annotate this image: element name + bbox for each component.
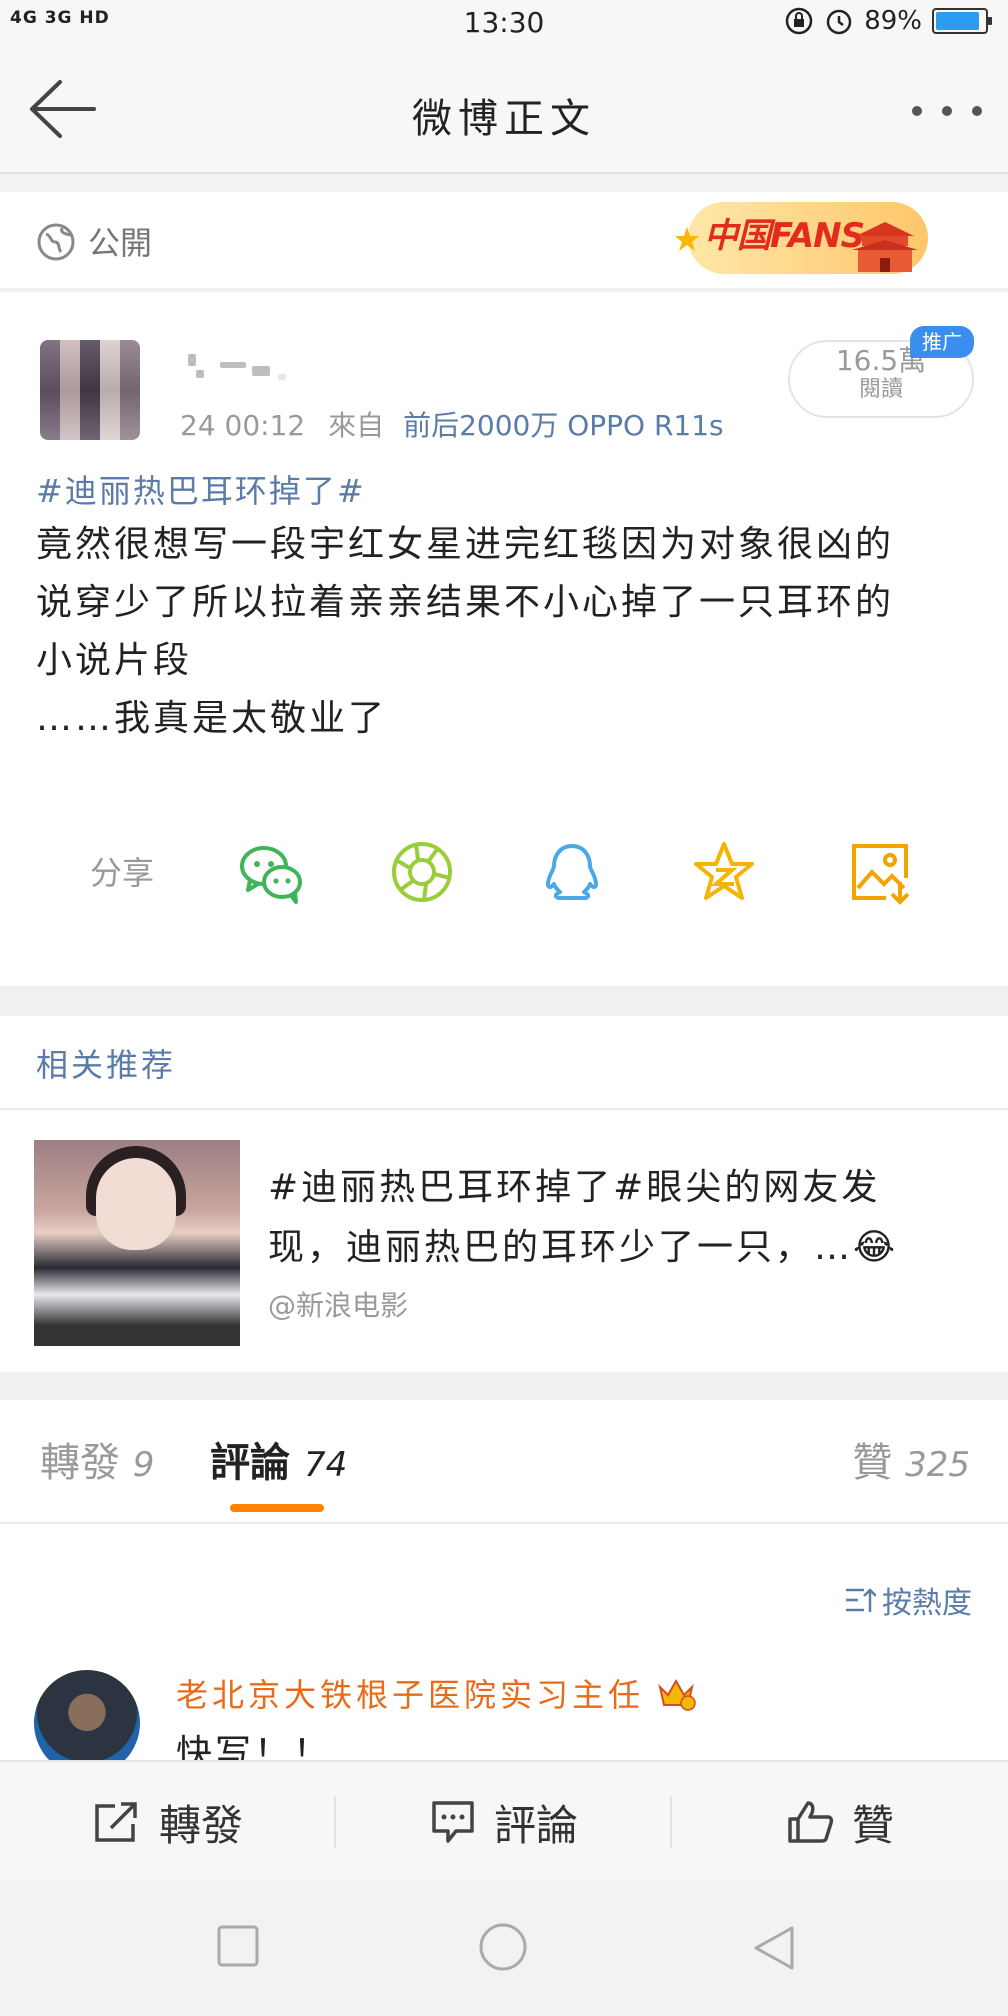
avatar[interactable]	[40, 340, 140, 440]
back-triangle-icon[interactable]	[752, 1924, 796, 1972]
related-heading: 相关推荐	[36, 1046, 177, 1084]
related-header: 相关推荐	[0, 1016, 1008, 1110]
repost-button[interactable]: 轉發	[0, 1762, 336, 1882]
sort-button[interactable]: 按熱度	[844, 1578, 972, 1622]
divider	[0, 1372, 1008, 1400]
battery-icon	[932, 8, 992, 34]
qq-icon[interactable]	[538, 838, 606, 906]
save-image-icon[interactable]	[846, 838, 914, 906]
share-label: 分享	[90, 854, 155, 892]
comment-button[interactable]: 評論	[336, 1762, 672, 1882]
username-pixelated[interactable]	[186, 352, 296, 382]
crown-badge-icon	[658, 1678, 696, 1711]
promo-tag[interactable]: 推广	[910, 326, 974, 358]
page-title: 微博正文	[412, 96, 596, 142]
related-source: @新浪电影	[268, 1289, 409, 1322]
gate-tower-icon	[852, 222, 918, 272]
related-line: #迪丽热巴耳环掉了#眼尖的网友发	[268, 1167, 881, 1208]
comment-text: 快写！！	[176, 1733, 333, 1760]
post-meta: 24 00:12 來自 前后2000万 OPPO R11s	[180, 404, 724, 444]
star-icon	[675, 227, 699, 251]
content-line: 竟然很想写一段宇红女星进完红毯因为对象很凶的	[36, 524, 895, 565]
alarm-icon	[826, 9, 852, 35]
recents-icon[interactable]	[216, 1924, 260, 1968]
tab-label: 評論	[210, 1440, 290, 1486]
moments-icon[interactable]	[388, 838, 456, 906]
active-tab-indicator	[230, 1504, 324, 1512]
like-label: 贊	[851, 1800, 894, 1850]
more-menu-icon[interactable]	[912, 96, 982, 126]
topic-link[interactable]: #迪丽热巴耳环掉了#	[36, 466, 366, 512]
related-item[interactable]: #迪丽热巴耳环掉了#眼尖的网友发 现，迪丽热巴的耳环少了一只，…😂 @新浪电影	[0, 1110, 1008, 1372]
share-row: 分享	[0, 820, 1008, 920]
battery-fill	[936, 12, 979, 30]
post-time: 24 00:12	[180, 409, 306, 442]
content-line: ……我真是太敬业了	[36, 698, 388, 739]
from-label: 來自	[328, 409, 385, 442]
status-right: 89%	[784, 6, 992, 36]
related-text: #迪丽热巴耳环掉了#眼尖的网友发 现，迪丽热巴的耳环少了一只，…😂	[268, 1158, 988, 1278]
action-bar: 轉發 評論 贊	[0, 1760, 1008, 1880]
content-line: 说穿少了所以拉着亲亲结果不小心掉了一只耳环的	[36, 582, 895, 623]
home-icon[interactable]	[478, 1922, 528, 1972]
content-line: 小说片段	[36, 640, 193, 681]
status-bar: 4G 3G HD 13:30 89%	[0, 0, 1008, 46]
badge-text: 中国FANS	[704, 216, 865, 256]
related-thumbnail	[34, 1140, 240, 1346]
sort-icon	[846, 1588, 876, 1612]
nav-bar: 微博正文	[0, 46, 1008, 174]
post-source[interactable]: 前后2000万 OPPO R11s	[403, 409, 724, 442]
battery-percent: 89%	[864, 6, 922, 36]
tab-count: 9	[132, 1445, 155, 1485]
avatar[interactable]	[34, 1670, 140, 1760]
divider	[0, 986, 1008, 1016]
visibility-bar: 公開 中国FANS	[0, 192, 1008, 290]
wechat-icon[interactable]	[236, 838, 304, 906]
interaction-tabs: 轉發 9 評論 74 贊 325	[0, 1400, 1008, 1524]
repost-label: 轉發	[158, 1800, 243, 1850]
system-nav-bar	[0, 1880, 1008, 2016]
rotation-lock-icon	[785, 7, 813, 35]
qzone-star-icon[interactable]	[690, 838, 758, 906]
comment-label: 評論	[493, 1800, 578, 1850]
tab-count: 325	[905, 1445, 970, 1485]
related-line: 现，迪丽热巴的耳环少了一只，…😂	[268, 1227, 899, 1268]
post-content: 竟然很想写一段宇红女星进完红毯因为对象很凶的 说穿少了所以拉着亲亲结果不小心掉了…	[36, 516, 976, 748]
like-button[interactable]: 贊	[672, 1762, 1008, 1882]
tab-likes[interactable]: 贊 325	[852, 1430, 970, 1488]
globe-icon	[37, 223, 75, 261]
repost-icon	[95, 1802, 137, 1842]
comments-list: 按熱度 老北京大铁根子医院实习主任 快写！！	[0, 1524, 1008, 1760]
china-fans-badge[interactable]: 中国FANS	[668, 192, 938, 284]
post-card: 24 00:12 來自 前后2000万 OPPO R11s 16.5萬 閱讀 推…	[0, 292, 1008, 986]
thumbs-up-icon	[788, 1801, 834, 1843]
tab-reposts[interactable]: 轉發 9	[40, 1430, 154, 1488]
sort-label: 按熱度	[882, 1586, 972, 1621]
comment-icon	[432, 1801, 474, 1843]
tab-comments[interactable]: 評論 74	[210, 1430, 347, 1488]
comment-user: 老北京大铁根子医院实习主任	[176, 1676, 645, 1714]
tab-count: 74	[303, 1445, 348, 1485]
visibility-label: 公開	[88, 224, 153, 262]
comment-username[interactable]: 老北京大铁根子医院实习主任	[176, 1670, 696, 1716]
tab-label: 轉發	[40, 1440, 120, 1486]
read-label: 閱讀	[858, 377, 903, 402]
tab-label: 贊	[852, 1440, 893, 1486]
